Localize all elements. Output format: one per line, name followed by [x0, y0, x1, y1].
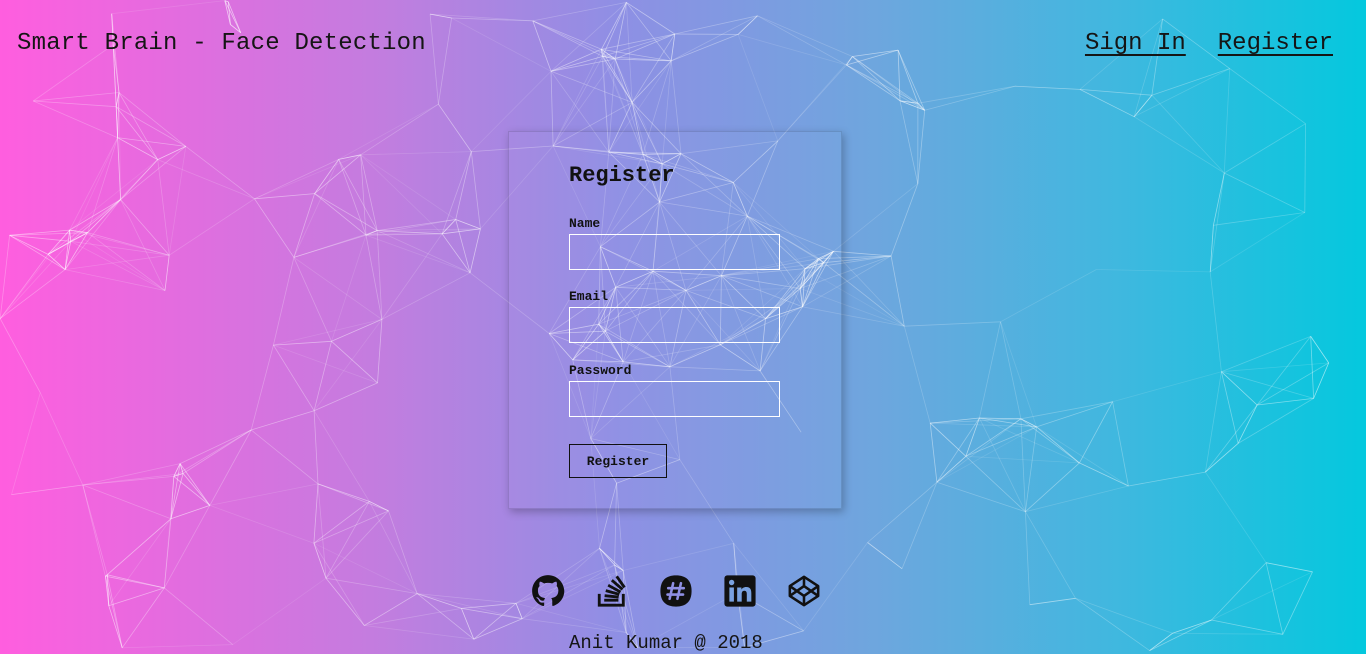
email-label: Email: [569, 289, 609, 304]
name-field[interactable]: [569, 234, 780, 270]
github-icon[interactable]: [530, 574, 566, 608]
password-label: Password: [569, 363, 632, 378]
register-button[interactable]: Register: [569, 444, 667, 478]
linkedin-icon[interactable]: [722, 574, 758, 608]
sign-in-link[interactable]: Sign In: [1085, 30, 1186, 57]
slack-icon[interactable]: [658, 574, 694, 608]
register-link[interactable]: Register: [1218, 30, 1333, 57]
footer-credit: Anit Kumar @ 2018: [569, 632, 763, 654]
brand-title: Smart Brain - Face Detection: [17, 30, 426, 57]
top-nav: Sign In Register: [1085, 30, 1333, 57]
stackoverflow-icon[interactable]: [594, 574, 630, 608]
register-card: Register Name Email Password Register: [508, 131, 842, 509]
form-title: Register: [569, 163, 675, 188]
codepen-icon[interactable]: [786, 574, 822, 608]
name-label: Name: [569, 216, 601, 231]
email-field[interactable]: [569, 307, 780, 343]
social-links: [530, 574, 822, 608]
password-field[interactable]: [569, 381, 780, 417]
